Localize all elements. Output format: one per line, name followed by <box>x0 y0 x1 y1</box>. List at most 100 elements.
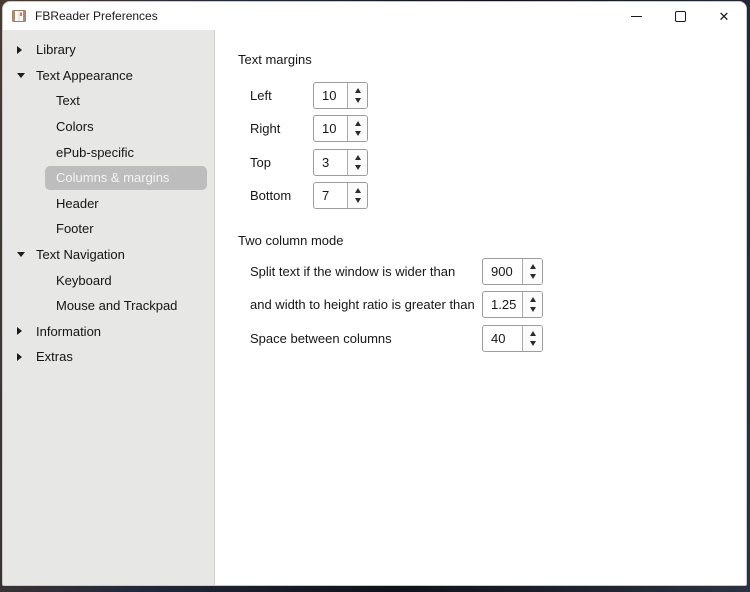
triangle-up-icon <box>530 264 536 269</box>
ratio-spinbox <box>482 291 543 318</box>
sidebar-item-label: Text Navigation <box>36 247 125 262</box>
sidebar-item-mouse-and-trackpad[interactable]: Mouse and Trackpad <box>3 293 214 319</box>
sidebar-item-extras[interactable]: Extras <box>3 344 214 370</box>
preferences-window: FBReader Preferences ✕ Library Text Appe… <box>2 1 747 586</box>
sidebar-item-keyboard[interactable]: Keyboard <box>3 267 214 293</box>
spin-down-button[interactable] <box>523 339 542 352</box>
sidebar-item-colors[interactable]: Colors <box>3 114 214 140</box>
sidebar-item-label: Information <box>36 324 101 339</box>
right-margin-spinbox <box>313 115 368 142</box>
sidebar-item-text[interactable]: Text <box>3 88 214 114</box>
spin-down-button[interactable] <box>348 129 367 142</box>
sidebar-item-footer[interactable]: Footer <box>3 216 214 242</box>
window-controls: ✕ <box>614 2 746 30</box>
sidebar-item-label: Keyboard <box>56 273 112 288</box>
sidebar-item-label: Extras <box>36 349 73 364</box>
minimize-button[interactable] <box>614 2 658 30</box>
left-margin-input[interactable] <box>314 83 347 108</box>
triangle-down-icon <box>355 198 361 203</box>
spin-down-button[interactable] <box>523 272 542 285</box>
sidebar-item-epub-specific[interactable]: ePub-specific <box>3 139 214 165</box>
left-margin-spinbox <box>313 82 368 109</box>
bottom-margin-input[interactable] <box>314 183 347 208</box>
spin-down-button[interactable] <box>523 305 542 318</box>
two-column-mode-heading: Two column mode <box>238 233 344 248</box>
split-width-input[interactable] <box>483 259 522 284</box>
triangle-down-icon <box>530 341 536 346</box>
column-space-label: Space between columns <box>250 325 392 352</box>
titlebar[interactable]: FBReader Preferences ✕ <box>3 2 746 30</box>
triangle-up-icon <box>355 121 361 126</box>
triangle-down-icon <box>355 98 361 103</box>
sidebar-item-header[interactable]: Header <box>3 191 214 217</box>
spinner-buttons <box>347 83 367 108</box>
triangle-down-icon[interactable] <box>17 252 25 257</box>
sidebar-item-text-appearance[interactable]: Text Appearance <box>3 63 214 89</box>
settings-panel: Text margins Left Right Top <box>215 30 746 585</box>
triangle-up-icon <box>530 331 536 336</box>
spinner-buttons <box>347 116 367 141</box>
ratio-input[interactable] <box>483 292 522 317</box>
top-margin-spinbox <box>313 149 368 176</box>
right-margin-input[interactable] <box>314 116 347 141</box>
spinner-buttons <box>522 259 542 284</box>
sidebar-item-label: Mouse and Trackpad <box>56 298 177 313</box>
sidebar-item-text-navigation[interactable]: Text Navigation <box>3 242 214 268</box>
sidebar-item-label: Library <box>36 42 76 57</box>
triangle-down-icon <box>530 307 536 312</box>
sidebar-item-label: Text <box>56 93 80 108</box>
sidebar-item-label: Footer <box>56 221 94 236</box>
maximize-button[interactable] <box>658 2 702 30</box>
spin-up-button[interactable] <box>348 150 367 163</box>
split-width-label: Split text if the window is wider than <box>250 258 455 285</box>
top-margin-input[interactable] <box>314 150 347 175</box>
top-margin-label: Top <box>250 149 271 176</box>
triangle-down-icon <box>355 165 361 170</box>
sidebar-item-library[interactable]: Library <box>3 37 214 63</box>
triangle-up-icon <box>355 88 361 93</box>
triangle-up-icon <box>530 297 536 302</box>
spinner-buttons <box>522 292 542 317</box>
maximize-icon <box>675 11 686 22</box>
column-space-input[interactable] <box>483 326 522 351</box>
book-icon <box>11 8 27 24</box>
right-margin-label: Right <box>250 115 280 142</box>
spin-up-button[interactable] <box>348 116 367 129</box>
close-icon: ✕ <box>719 10 730 23</box>
triangle-right-icon[interactable] <box>17 46 22 54</box>
spin-up-button[interactable] <box>523 259 542 272</box>
spinner-buttons <box>347 183 367 208</box>
sidebar-item-label: Columns & margins <box>56 170 169 185</box>
spin-up-button[interactable] <box>348 83 367 96</box>
sidebar-item-label: Header <box>56 196 99 211</box>
sidebar-item-label: ePub-specific <box>56 145 134 160</box>
bottom-margin-label: Bottom <box>250 182 291 209</box>
triangle-right-icon[interactable] <box>17 327 22 335</box>
spin-up-button[interactable] <box>523 292 542 305</box>
spinner-buttons <box>522 326 542 351</box>
spinner-buttons <box>347 150 367 175</box>
sidebar-item-label: Text Appearance <box>36 68 133 83</box>
spin-up-button[interactable] <box>348 183 367 196</box>
triangle-right-icon[interactable] <box>17 353 22 361</box>
spin-down-button[interactable] <box>348 196 367 209</box>
preferences-tree: Library Text Appearance Text Colors ePub… <box>3 30 215 585</box>
ratio-label: and width to height ratio is greater tha… <box>250 291 475 318</box>
triangle-down-icon <box>355 131 361 136</box>
minimize-icon <box>631 16 642 17</box>
sidebar-item-information[interactable]: Information <box>3 319 214 345</box>
spin-up-button[interactable] <box>523 326 542 339</box>
triangle-down-icon[interactable] <box>17 73 25 78</box>
window-title: FBReader Preferences <box>35 9 158 23</box>
triangle-up-icon <box>355 188 361 193</box>
sidebar-item-columns-margins[interactable]: Columns & margins <box>3 165 214 191</box>
spin-down-button[interactable] <box>348 163 367 176</box>
close-button[interactable]: ✕ <box>702 2 746 30</box>
sidebar-item-label: Colors <box>56 119 94 134</box>
bottom-margin-spinbox <box>313 182 368 209</box>
spin-down-button[interactable] <box>348 96 367 109</box>
text-margins-heading: Text margins <box>238 52 312 67</box>
triangle-up-icon <box>355 155 361 160</box>
column-space-spinbox <box>482 325 543 352</box>
triangle-down-icon <box>530 274 536 279</box>
